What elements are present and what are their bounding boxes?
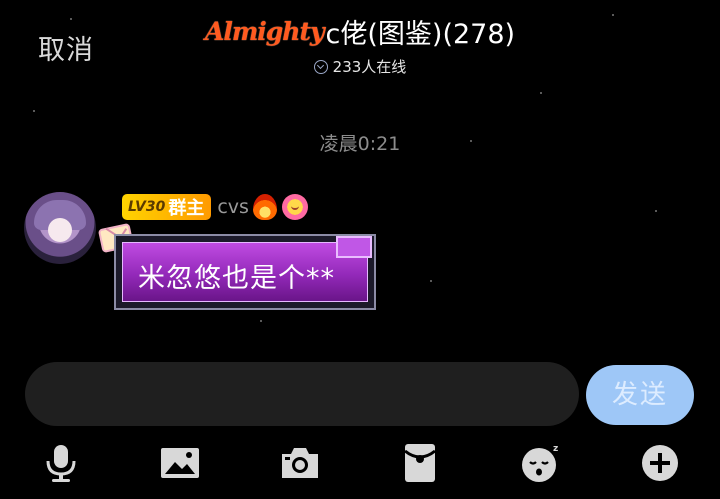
avatar[interactable] bbox=[24, 192, 96, 264]
level-label: LV30 bbox=[128, 199, 166, 215]
level-badge: LV30 群主 bbox=[122, 194, 212, 220]
group-title[interactable]: c佬(图鉴)(278) bbox=[326, 12, 516, 51]
message-bubble[interactable]: 米忽悠也是个** bbox=[114, 234, 376, 310]
chat-header: 取消 Almightyc佬(图鉴)(278) 233人在线 bbox=[0, 0, 720, 90]
sender-name[interactable]: cvs bbox=[217, 196, 249, 218]
online-count: 233人在线 bbox=[332, 58, 407, 76]
fire-icon bbox=[252, 194, 277, 220]
chat-title: Almightyc佬(图鉴)(278) bbox=[0, 12, 720, 51]
camera-icon[interactable] bbox=[280, 443, 320, 483]
plus-icon[interactable] bbox=[640, 443, 680, 483]
microphone-icon[interactable] bbox=[41, 443, 81, 483]
role-label: 群主 bbox=[168, 198, 205, 219]
flower-emoji-icon bbox=[281, 194, 308, 220]
send-button[interactable]: 发送 bbox=[586, 365, 694, 425]
avatar-face bbox=[48, 218, 72, 242]
message-text: 米忽悠也是个** bbox=[138, 263, 335, 294]
sender-info: LV30 群主 cvs bbox=[122, 192, 308, 222]
red-packet-icon[interactable] bbox=[400, 443, 440, 483]
image-icon[interactable] bbox=[160, 443, 200, 483]
emoji-sleepy-icon[interactable]: z bbox=[520, 443, 560, 483]
brand-logo: Almighty bbox=[204, 17, 325, 46]
chevron-down-icon bbox=[313, 60, 328, 74]
message-timestamp: 凌晨0:21 bbox=[319, 133, 401, 155]
online-status[interactable]: 233人在线 bbox=[0, 56, 720, 77]
message-input[interactable] bbox=[25, 362, 579, 426]
bubble-decoration bbox=[336, 236, 372, 258]
svg-text:z: z bbox=[553, 444, 558, 454]
